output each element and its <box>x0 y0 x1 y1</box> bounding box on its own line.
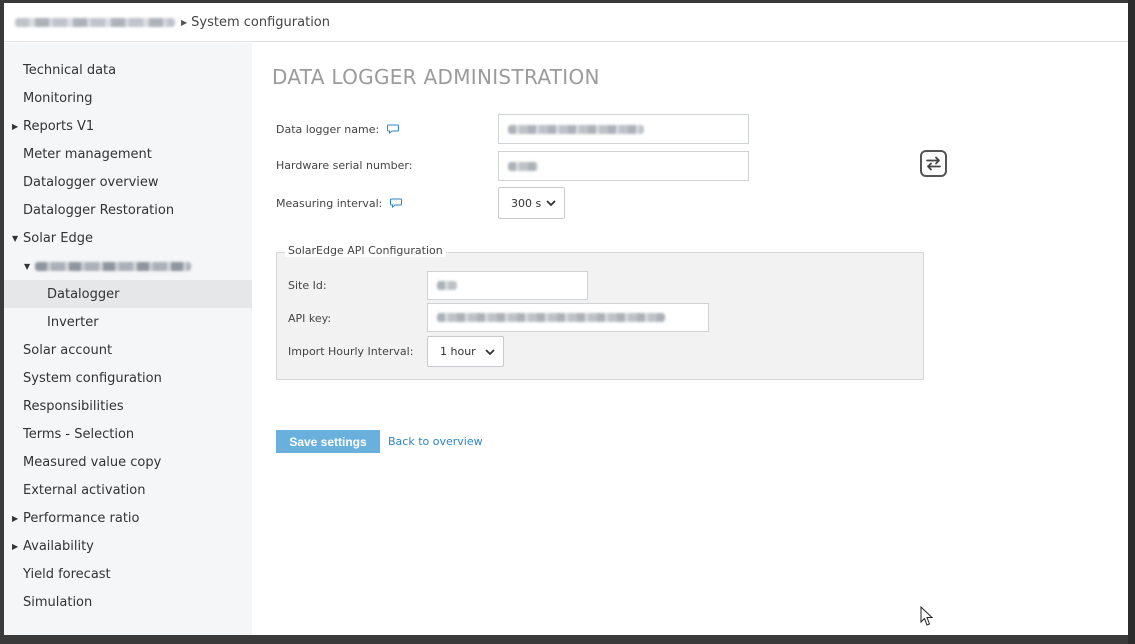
datalogger-name-value-blurred <box>508 124 644 134</box>
sidebar-item-label: Responsibilities <box>23 398 124 414</box>
import-interval-label: Import Hourly Interval: <box>288 345 414 358</box>
hardware-serial-label: Hardware serial number: <box>276 159 413 172</box>
hardware-serial-value-blurred <box>508 161 538 171</box>
sidebar-item-monitoring[interactable]: Monitoring <box>4 84 252 112</box>
sidebar-item-label: Monitoring <box>23 90 93 106</box>
sidebar-item-datalogger-overview[interactable]: Datalogger overview <box>4 168 252 196</box>
caret-right-icon: ▶ <box>12 513 19 523</box>
caret-down-icon: ▼ <box>24 261 31 271</box>
datalogger-name-input[interactable] <box>498 114 749 144</box>
measuring-interval-label-text: Measuring interval: <box>276 197 383 210</box>
site-id-input[interactable] <box>427 271 588 300</box>
api-key-input[interactable] <box>427 303 709 332</box>
fieldset-legend: SolarEdge API Configuration <box>285 244 446 257</box>
sidebar-item-label: Terms - Selection <box>23 426 135 442</box>
breadcrumb-separator-icon: ▶ <box>181 17 188 27</box>
datalogger-name-label: Data logger name: <box>276 123 399 136</box>
sidebar-item-label: Solar account <box>23 342 113 358</box>
sidebar-item-label: Technical data <box>23 62 117 78</box>
sidebar-item-responsibilities[interactable]: Responsibilities <box>4 392 252 420</box>
sidebar-item-external-activation[interactable]: External activation <box>4 476 252 504</box>
sidebar-item-label: Simulation <box>23 594 93 610</box>
sidebar-item-label: Reports V1 <box>23 118 95 134</box>
comment-icon[interactable] <box>389 198 402 208</box>
chevron-down-icon <box>546 200 556 207</box>
sidebar-item-solar-edge[interactable]: ▼ Solar Edge <box>4 224 252 252</box>
sidebar-item-label-blurred <box>35 261 191 271</box>
measuring-interval-select[interactable]: 300 s <box>498 187 565 219</box>
sidebar-item-label: Datalogger Restoration <box>23 202 175 218</box>
sidebar-item-label: Datalogger overview <box>23 174 159 190</box>
sidebar-item-datalogger-restoration[interactable]: Datalogger Restoration <box>4 196 252 224</box>
comment-icon[interactable] <box>386 124 399 134</box>
caret-down-icon: ▼ <box>12 233 19 243</box>
sidebar-item-label: System configuration <box>23 370 162 386</box>
sidebar-item-label: External activation <box>23 482 146 498</box>
window-edge <box>1128 0 1135 644</box>
api-key-value-blurred <box>437 313 665 322</box>
mouse-cursor-icon <box>920 606 934 626</box>
breadcrumb: ▶ System configuration <box>4 3 1128 42</box>
save-settings-button[interactable]: Save settings <box>276 430 380 453</box>
measuring-interval-label: Measuring interval: <box>276 197 402 210</box>
sidebar-item-availability[interactable]: ▶ Availability <box>4 532 252 560</box>
breadcrumb-parent-blurred[interactable] <box>15 17 175 27</box>
breadcrumb-current: System configuration <box>191 14 330 30</box>
sidebar-item-label: Measured value copy <box>23 454 162 470</box>
sidebar-item-label: Solar Edge <box>23 230 93 246</box>
solaredge-api-fieldset: SolarEdge API Configuration Site Id: API… <box>276 244 924 380</box>
measuring-interval-value: 300 s <box>511 196 542 210</box>
sidebar-item-yield-forecast[interactable]: Yield forecast <box>4 560 252 588</box>
chevron-down-icon <box>485 349 495 356</box>
sidebar-item-reports-v1[interactable]: ▶ Reports V1 <box>4 112 252 140</box>
sidebar-item-label: Performance ratio <box>23 510 140 526</box>
sidebar-item-label: Datalogger <box>47 286 120 302</box>
sidebar-item-meter-management[interactable]: Meter management <box>4 140 252 168</box>
sidebar-item-performance-ratio[interactable]: ▶ Performance ratio <box>4 504 252 532</box>
sidebar-item-label: Inverter <box>47 314 99 330</box>
import-interval-value: 1 hour <box>440 345 476 358</box>
caret-right-icon: ▶ <box>12 121 19 131</box>
site-id-value-blurred <box>437 281 457 290</box>
sidebar-item-simulation[interactable]: Simulation <box>4 588 252 616</box>
sidebar-item-label: Yield forecast <box>23 566 111 582</box>
swap-arrows-icon[interactable] <box>920 150 947 177</box>
site-id-label: Site Id: <box>288 279 327 292</box>
api-key-label: API key: <box>288 312 332 325</box>
app-window: ▶ System configuration Technical data Mo… <box>4 3 1128 635</box>
back-to-overview-link[interactable]: Back to overview <box>388 435 483 448</box>
page-title: DATA LOGGER ADMINISTRATION <box>272 65 600 89</box>
sidebar-item-solar-account[interactable]: Solar account <box>4 336 252 364</box>
datalogger-name-label-text: Data logger name: <box>276 123 380 136</box>
sidebar-item-plant-blurred[interactable]: ▼ <box>4 252 252 280</box>
sidebar-item-system-configuration[interactable]: System configuration <box>4 364 252 392</box>
sidebar-item-measured-value-copy[interactable]: Measured value copy <box>4 448 252 476</box>
main-content: DATA LOGGER ADMINISTRATION Data logger n… <box>272 43 1122 633</box>
hardware-serial-input[interactable] <box>498 151 749 181</box>
sidebar-item-terms-selection[interactable]: Terms - Selection <box>4 420 252 448</box>
sidebar-item-datalogger[interactable]: Datalogger <box>4 280 252 308</box>
import-interval-select[interactable]: 1 hour <box>427 336 504 367</box>
sidebar: Technical data Monitoring ▶ Reports V1 M… <box>4 43 252 635</box>
sidebar-item-technical-data[interactable]: Technical data <box>4 56 252 84</box>
sidebar-item-inverter[interactable]: Inverter <box>4 308 252 336</box>
caret-right-icon: ▶ <box>12 541 19 551</box>
sidebar-item-label: Meter management <box>23 146 152 162</box>
sidebar-item-label: Availability <box>23 538 94 554</box>
